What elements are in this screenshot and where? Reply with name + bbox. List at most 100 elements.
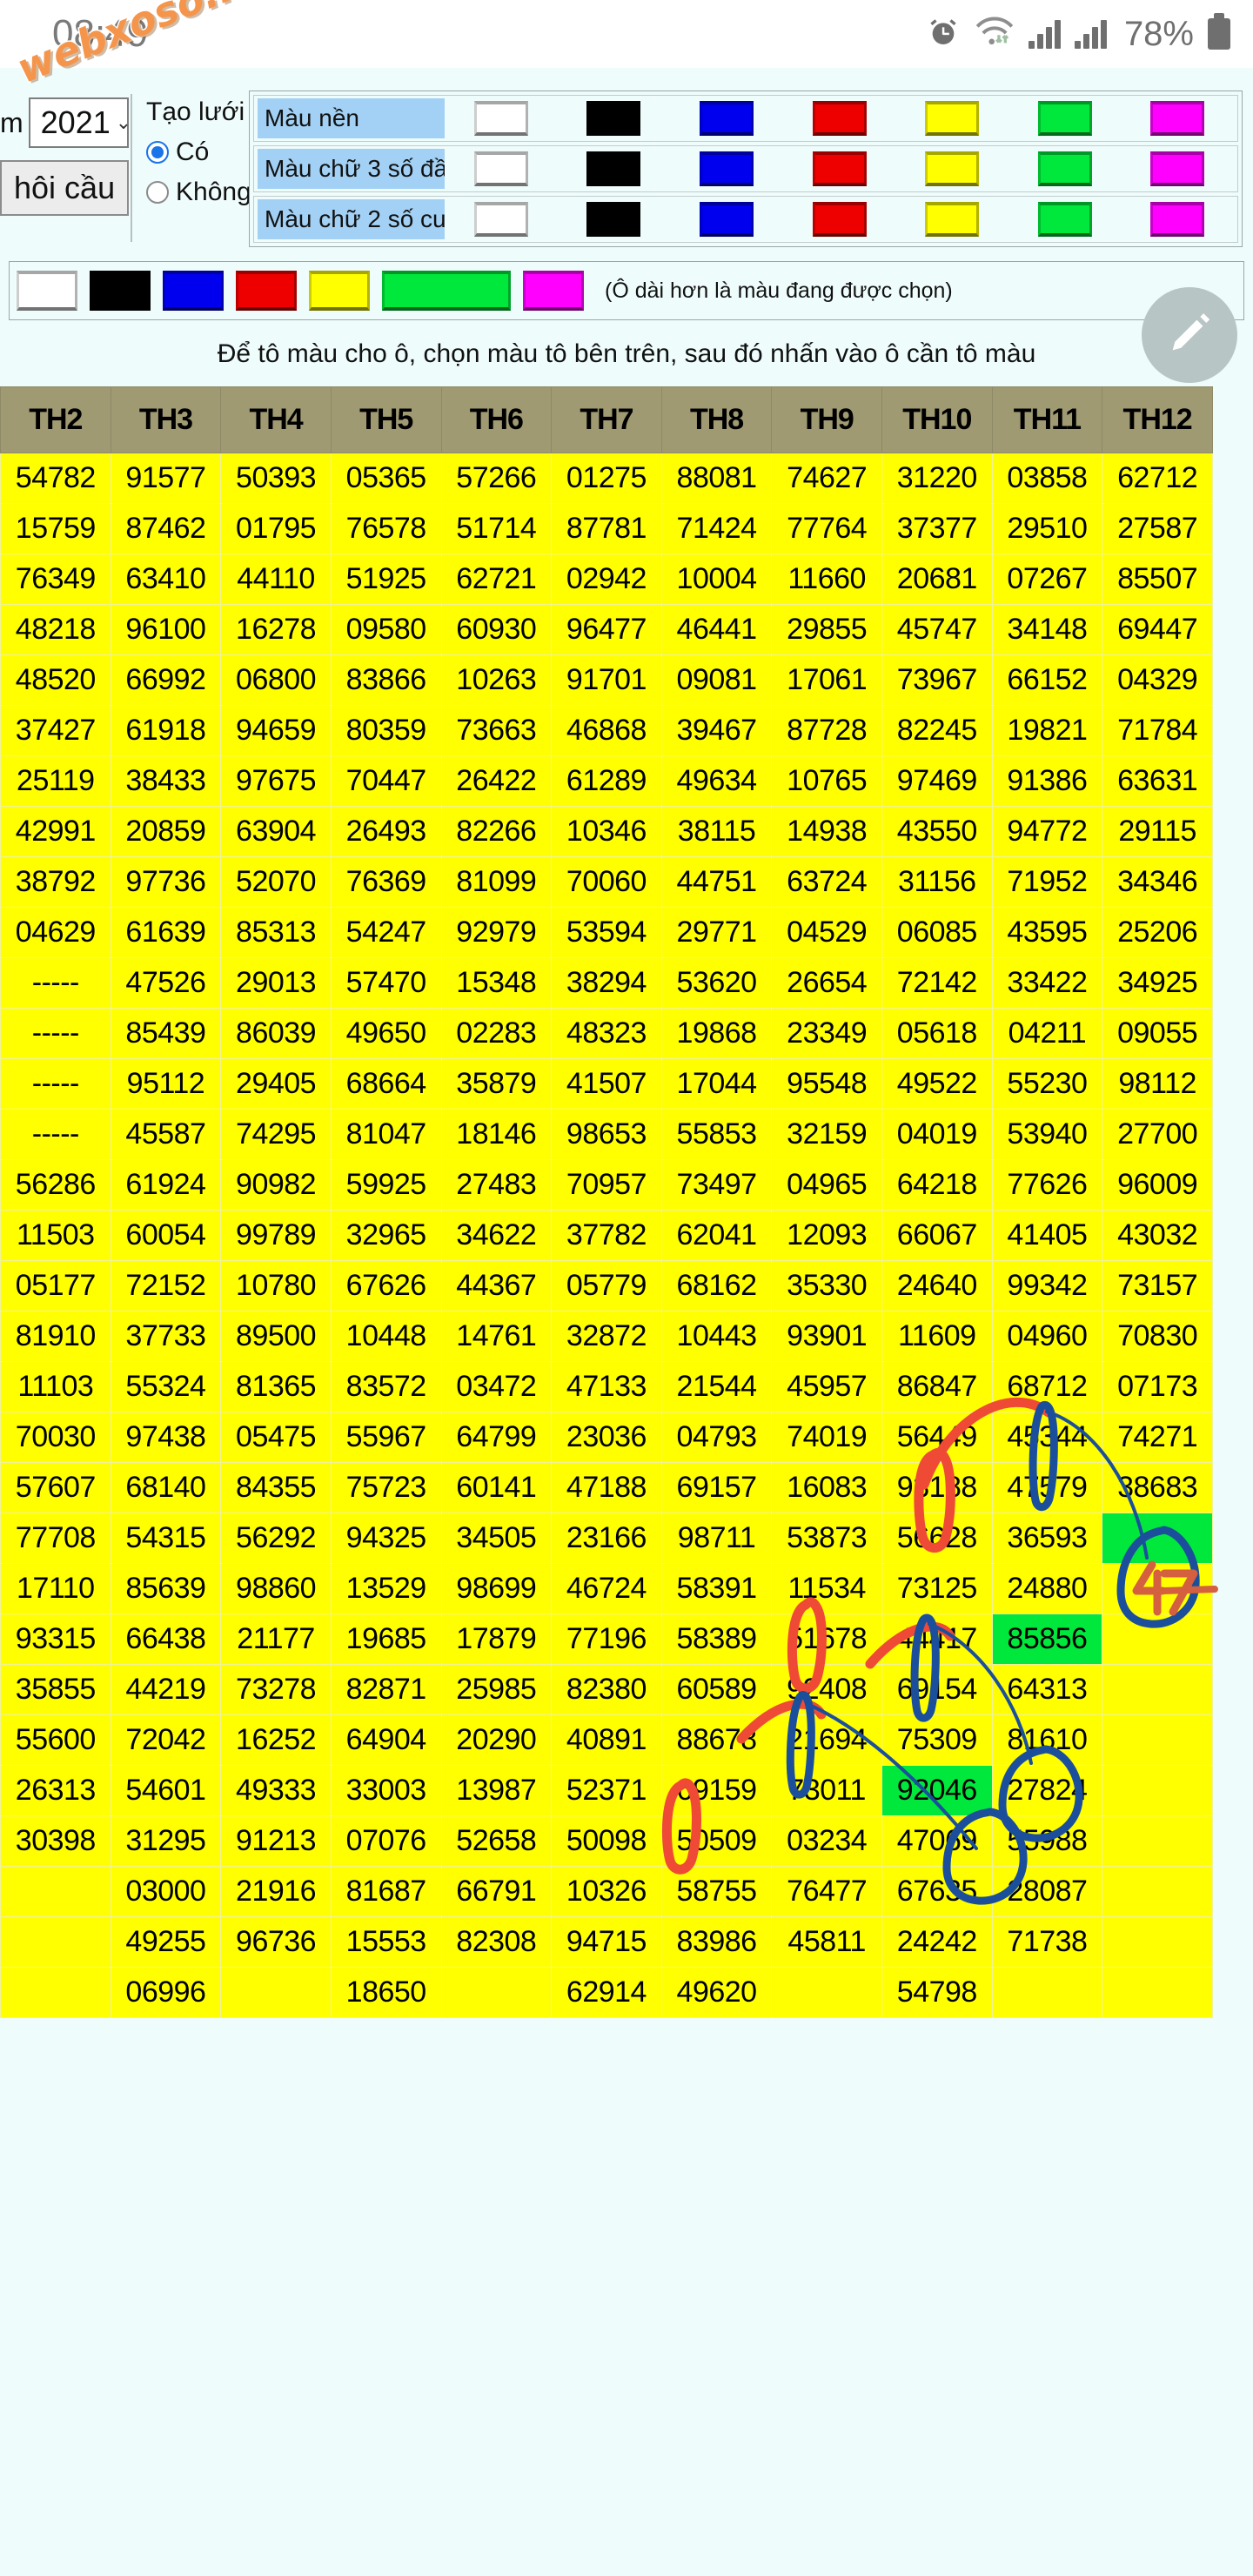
grid-cell[interactable]: 44751 <box>660 856 773 908</box>
grid-cell[interactable]: 03858 <box>991 453 1103 504</box>
grid-cell[interactable]: 92408 <box>771 1664 882 1715</box>
grid-cell[interactable]: 34925 <box>1102 957 1213 1009</box>
grid-cell[interactable]: 82871 <box>330 1664 442 1715</box>
grid-cell[interactable]: 87781 <box>551 503 662 554</box>
grid-cell[interactable]: 44110 <box>220 553 332 605</box>
grid-cell[interactable]: 64313 <box>991 1664 1103 1715</box>
grid-cell[interactable] <box>991 1967 1103 2018</box>
grid-cell[interactable]: 44367 <box>440 1260 553 1311</box>
grid-cell[interactable]: 53873 <box>771 1513 882 1564</box>
grid-cell[interactable]: ----- <box>0 1008 111 1059</box>
grid-cell[interactable]: 29855 <box>771 604 882 655</box>
grid-cell[interactable]: 26422 <box>440 755 553 807</box>
grid-cell[interactable]: 19868 <box>660 1008 773 1059</box>
grid-cell[interactable]: 04629 <box>0 907 111 958</box>
grid-cell[interactable]: 53620 <box>660 957 773 1009</box>
grid-cell[interactable]: 91577 <box>110 453 222 504</box>
grid-cell[interactable]: 96477 <box>551 604 662 655</box>
grid-cell[interactable] <box>0 1866 111 1917</box>
grid-cell[interactable]: 61924 <box>110 1159 222 1211</box>
grid-cell[interactable]: 45747 <box>881 604 993 655</box>
grid-cell[interactable]: 62721 <box>440 553 553 605</box>
grid-cell[interactable]: 83866 <box>330 654 442 706</box>
grid-cell[interactable] <box>771 1967 882 2018</box>
column-header-TH8[interactable]: TH8 <box>660 386 773 453</box>
grid-cell[interactable] <box>1102 1765 1213 1816</box>
color-swatch-red[interactable] <box>812 151 867 186</box>
grid-cell[interactable]: 73125 <box>881 1563 993 1614</box>
grid-cell[interactable]: 10326 <box>551 1866 662 1917</box>
grid-cell[interactable]: 54782 <box>0 453 111 504</box>
grid-cell[interactable]: 19685 <box>330 1613 442 1665</box>
grid-cell[interactable]: 86039 <box>220 1008 332 1059</box>
grid-cell[interactable]: 10448 <box>330 1311 442 1362</box>
grid-cell[interactable]: 45957 <box>771 1361 882 1412</box>
grid-cell[interactable]: 70030 <box>0 1412 111 1463</box>
grid-cell[interactable]: 17110 <box>0 1563 111 1614</box>
color-swatch-yellow[interactable] <box>925 202 980 237</box>
grid-cell[interactable]: 96736 <box>220 1916 332 1968</box>
grid-cell[interactable]: 95112 <box>110 1058 222 1110</box>
grid-cell[interactable]: 04793 <box>660 1412 773 1463</box>
grid-cell[interactable]: 29013 <box>220 957 332 1009</box>
grid-cell[interactable]: 34148 <box>991 604 1103 655</box>
grid-cell[interactable]: 14938 <box>771 806 882 857</box>
grid-cell[interactable]: 49255 <box>110 1916 222 1968</box>
grid-cell[interactable] <box>1102 1714 1213 1766</box>
grid-cell[interactable]: 31156 <box>881 856 993 908</box>
grid-cell[interactable]: 38294 <box>551 957 662 1009</box>
grid-cell[interactable]: 68664 <box>330 1058 442 1110</box>
grid-cell[interactable]: 52070 <box>220 856 332 908</box>
grid-cell[interactable]: 97438 <box>110 1412 222 1463</box>
grid-cell[interactable]: 09081 <box>660 654 773 706</box>
grid-cell[interactable]: 56286 <box>0 1159 111 1211</box>
grid-cell[interactable]: 76477 <box>771 1866 882 1917</box>
grid-cell[interactable]: 91213 <box>220 1815 332 1867</box>
color-swatch-magenta[interactable] <box>1150 202 1205 237</box>
grid-cell[interactable]: 46724 <box>551 1563 662 1614</box>
grid-cell[interactable]: 53940 <box>991 1109 1103 1160</box>
grid-cell[interactable]: 17879 <box>440 1613 553 1665</box>
grid-cell[interactable]: 98112 <box>1102 1058 1213 1110</box>
grid-cell[interactable]: 94772 <box>991 806 1103 857</box>
color-swatch-magenta[interactable] <box>1150 101 1205 136</box>
grid-cell[interactable]: 04960 <box>991 1311 1103 1362</box>
grid-cell[interactable]: 05618 <box>881 1008 993 1059</box>
grid-cell[interactable]: 98860 <box>220 1563 332 1614</box>
grid-cell[interactable]: 82308 <box>440 1916 553 1968</box>
grid-cell[interactable]: 81687 <box>330 1866 442 1917</box>
grid-cell[interactable]: 37782 <box>551 1210 662 1261</box>
grid-cell[interactable]: 76578 <box>330 503 442 554</box>
edit-fab-button[interactable] <box>1142 287 1237 383</box>
grid-cell[interactable]: 48218 <box>0 604 111 655</box>
grid-cell[interactable]: 01795 <box>220 503 332 554</box>
grid-cell[interactable]: 15348 <box>440 957 553 1009</box>
grid-cell[interactable]: 11503 <box>0 1210 111 1261</box>
grid-cell[interactable]: 41405 <box>991 1210 1103 1261</box>
grid-cell[interactable]: 34346 <box>1102 856 1213 908</box>
grid-cell[interactable]: 31295 <box>110 1815 222 1867</box>
grid-cell[interactable]: 25206 <box>1102 907 1213 958</box>
grid-cell[interactable] <box>1102 1513 1213 1564</box>
grid-cell[interactable]: 68712 <box>991 1361 1103 1412</box>
selected-strip-swatch-yellow[interactable] <box>309 271 370 311</box>
grid-cell[interactable]: 38792 <box>0 856 111 908</box>
grid-cell[interactable]: 21694 <box>771 1714 882 1766</box>
grid-cell[interactable]: 50098 <box>551 1815 662 1867</box>
grid-cell[interactable]: 82245 <box>881 705 993 756</box>
grid-cell[interactable]: 91701 <box>551 654 662 706</box>
grid-cell[interactable]: 60930 <box>440 604 553 655</box>
grid-cell[interactable]: 93315 <box>0 1613 111 1665</box>
grid-cell[interactable]: 64218 <box>881 1159 993 1211</box>
grid-cell[interactable]: 61639 <box>110 907 222 958</box>
column-header-TH5[interactable]: TH5 <box>330 386 442 453</box>
grid-cell[interactable]: 98711 <box>660 1513 773 1564</box>
grid-cell[interactable]: 71738 <box>991 1916 1103 1968</box>
grid-cell[interactable]: 91386 <box>991 755 1103 807</box>
grid-cell[interactable]: 71424 <box>660 503 773 554</box>
grid-cell[interactable] <box>440 1967 553 2018</box>
grid-cell[interactable]: 49650 <box>330 1008 442 1059</box>
grid-cell[interactable] <box>1102 1664 1213 1715</box>
column-header-TH7[interactable]: TH7 <box>551 386 662 453</box>
grid-cell[interactable]: 38683 <box>1102 1462 1213 1513</box>
